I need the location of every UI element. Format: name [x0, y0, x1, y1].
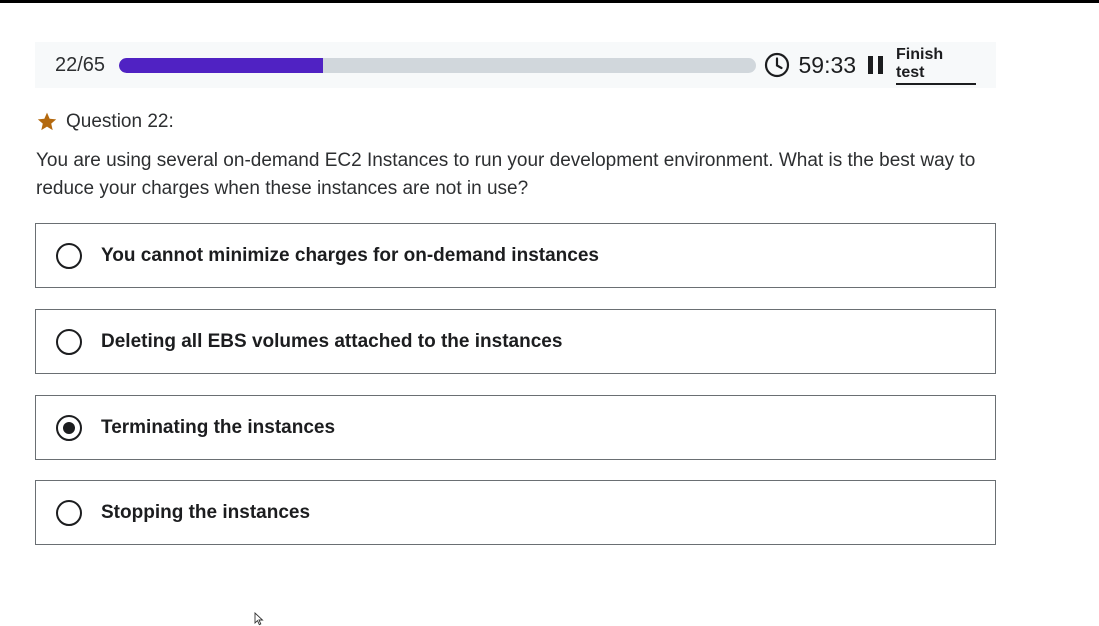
answer-option-label: Stopping the instances — [101, 501, 311, 523]
test-header-bar: 22/65 59:33 Finish test — [35, 42, 996, 88]
answer-option-label: You cannot minimize charges for on-deman… — [101, 244, 599, 266]
question-number-label: Question 22: — [66, 111, 174, 132]
radio-button[interactable] — [56, 242, 82, 269]
answer-option-label: Deleting all EBS volumes attached to the… — [101, 330, 563, 352]
question-progress-count: 22/65 — [55, 53, 106, 76]
answer-option[interactable]: Terminating the instances — [35, 395, 996, 460]
answer-option[interactable]: Deleting all EBS volumes attached to the… — [35, 309, 996, 374]
answer-option-label: Terminating the instances — [101, 416, 336, 438]
radio-button-selected[interactable] — [56, 414, 82, 441]
star-icon[interactable] — [36, 111, 58, 133]
answer-option[interactable]: You cannot minimize charges for on-deman… — [35, 223, 996, 288]
countdown-timer: 59:33 — [798, 51, 857, 78]
question-heading: Question 22: — [36, 111, 174, 133]
finish-test-button[interactable]: Finish test — [896, 46, 976, 85]
mouse-pointer-icon — [254, 612, 264, 626]
radio-button[interactable] — [56, 499, 82, 526]
answer-option[interactable]: Stopping the instances — [35, 480, 996, 545]
progress-bar-fill — [118, 57, 323, 73]
progress-bar — [118, 57, 757, 73]
radio-selected-dot — [63, 421, 75, 434]
clock-icon — [764, 52, 790, 78]
pause-icon[interactable] — [868, 56, 884, 74]
question-text: You are using several on-demand EC2 Inst… — [36, 150, 976, 199]
window-top-border — [0, 0, 1099, 3]
radio-button[interactable] — [56, 328, 82, 355]
